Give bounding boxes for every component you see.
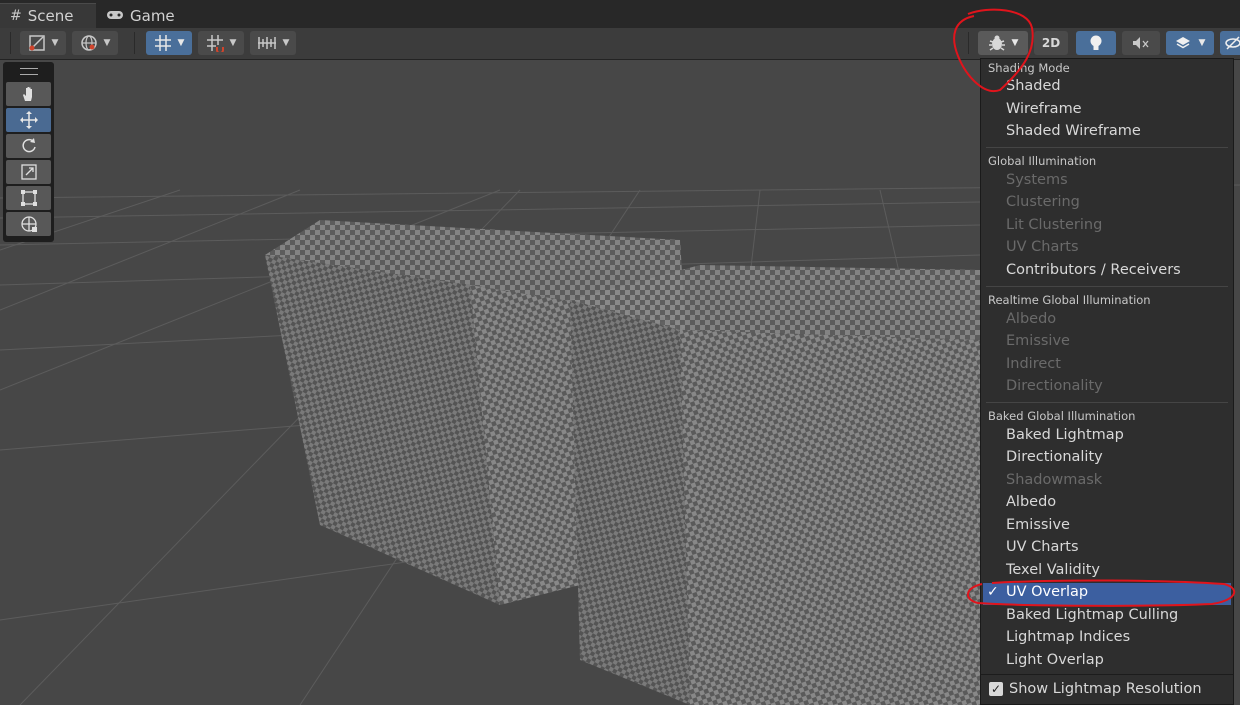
audio-toggle[interactable] [1122, 31, 1160, 55]
chevron-down-icon: ▼ [1011, 38, 1019, 48]
menu-header-global-illumination: Global Illumination [988, 154, 1097, 168]
debug-draw-mode-dropdown[interactable]: ▼ [978, 31, 1028, 55]
transform-tool[interactable] [6, 212, 51, 236]
menu-item-texel-validity[interactable]: Texel Validity [1006, 562, 1100, 578]
effects-dropdown[interactable]: ▼ [1166, 31, 1214, 55]
menu-item-baked-albedo[interactable]: Albedo [1006, 494, 1056, 510]
increment-snapping-dropdown[interactable]: ▼ [250, 31, 296, 55]
show-lightmap-resolution-label[interactable]: Show Lightmap Resolution [1009, 681, 1202, 697]
lighting-toggle[interactable] [1076, 31, 1116, 55]
menu-header-shading-mode: Shading Mode [988, 61, 1070, 75]
show-lightmap-resolution-checkbox[interactable]: ✓ [989, 682, 1003, 696]
gamepad-icon [106, 7, 124, 25]
menu-item-baked-emissive[interactable]: Emissive [1006, 517, 1070, 533]
rotate-icon [21, 138, 36, 153]
mode-2d-toggle[interactable]: 2D [1034, 31, 1068, 55]
tab-scene[interactable]: # Scene [0, 3, 96, 28]
bug-icon [988, 35, 1005, 51]
menu-item-contributors-receivers[interactable]: Contributors / Receivers [1006, 262, 1181, 278]
rotate-tool[interactable] [6, 134, 51, 158]
menu-item-baked-directionality[interactable]: Directionality [1006, 449, 1103, 465]
transform-tools-panel [3, 62, 54, 242]
hand-icon [22, 87, 32, 101]
chevron-down-icon: ▼ [1198, 38, 1206, 48]
menu-item-wireframe[interactable]: Wireframe [1006, 101, 1082, 117]
transform-icon [20, 216, 37, 232]
chevron-down-icon: ▼ [282, 38, 290, 48]
menu-item-lit-clustering: Lit Clustering [1006, 217, 1103, 233]
toolbar-separator [10, 32, 11, 54]
menu-item-uv-overlap[interactable]: UV Overlap [1006, 584, 1088, 600]
tab-game-label: Game [130, 6, 175, 25]
scale-tool[interactable] [6, 160, 51, 184]
menu-item-baked-lightmap-culling[interactable]: Baked Lightmap Culling [1006, 607, 1178, 623]
menu-item-shaded[interactable]: Shaded [1006, 78, 1061, 94]
menu-divider [986, 286, 1228, 287]
move-tool[interactable] [6, 108, 51, 132]
hidden-objects-toggle[interactable] [1220, 31, 1240, 55]
scene-toolbar: ▼ ▼ ▼ ▼ ▼ ▼ 2D ▼ [0, 28, 1240, 60]
menu-header-baked-gi: Baked Global Illumination [988, 409, 1136, 423]
menu-item-realtime-emissive: Emissive [1006, 333, 1070, 349]
chevron-down-icon: ▼ [177, 38, 185, 48]
rect-transform-icon [20, 190, 37, 206]
globe-icon [80, 35, 97, 51]
menu-item-realtime-albedo: Albedo [1006, 311, 1057, 327]
menu-item-clustering: Clustering [1006, 194, 1080, 210]
chevron-down-icon: ▼ [51, 38, 59, 48]
chevron-down-icon: ▼ [229, 38, 237, 48]
menu-item-systems: Systems [1006, 172, 1068, 188]
window-tab-bar: # Scene Game [0, 0, 1240, 28]
menu-item-lightmap-indices[interactable]: Lightmap Indices [1006, 629, 1130, 645]
grid-icon [154, 35, 171, 51]
menu-item-baked-uv-charts[interactable]: UV Charts [1006, 539, 1079, 555]
rect-tool[interactable] [6, 186, 51, 210]
menu-item-baked-lightmap[interactable]: Baked Lightmap [1006, 427, 1124, 443]
checkmark-icon: ✓ [987, 584, 999, 600]
toolbar-separator [968, 32, 969, 54]
menu-item-realtime-indirect: Indirect [1006, 356, 1061, 372]
menu-divider [981, 674, 1233, 675]
tab-game[interactable]: Game [96, 3, 176, 28]
toolbar-separator [134, 32, 135, 54]
layers-icon [1175, 37, 1190, 49]
lightbulb-icon [1090, 35, 1102, 50]
menu-divider [986, 402, 1228, 403]
grid-visibility-toggle[interactable]: ▼ [146, 31, 192, 55]
draw-mode-icon [28, 35, 45, 51]
menu-item-realtime-directionality: Directionality [1006, 378, 1103, 394]
menu-item-shadowmask: Shadowmask [1006, 472, 1103, 488]
scale-icon [20, 164, 37, 180]
grid-hash-icon: # [10, 8, 22, 24]
grid-snapping-dropdown[interactable]: ▼ [198, 31, 244, 55]
menu-item-uv-charts-gi: UV Charts [1006, 239, 1079, 255]
gizmo-orientation-dropdown[interactable]: ▼ [72, 31, 118, 55]
menu-header-realtime-gi: Realtime Global Illumination [988, 293, 1151, 307]
draw-mode-dropdown[interactable]: ▼ [20, 31, 66, 55]
menu-item-shaded-wireframe[interactable]: Shaded Wireframe [1006, 123, 1141, 139]
ruler-icon [257, 37, 276, 49]
tab-scene-label: Scene [27, 7, 74, 25]
menu-divider [986, 147, 1228, 148]
speaker-muted-icon [1133, 37, 1149, 49]
menu-item-light-overlap[interactable]: Light Overlap [1006, 652, 1104, 668]
drag-handle[interactable] [20, 68, 38, 75]
move-arrows-icon [19, 111, 38, 129]
hand-tool[interactable] [6, 82, 51, 106]
eye-slash-icon [1225, 36, 1240, 50]
draw-mode-menu: Shading Mode Shaded Wireframe Shaded Wir… [980, 58, 1234, 705]
grid-snap-icon [206, 35, 224, 52]
chevron-down-icon: ▼ [103, 38, 111, 48]
